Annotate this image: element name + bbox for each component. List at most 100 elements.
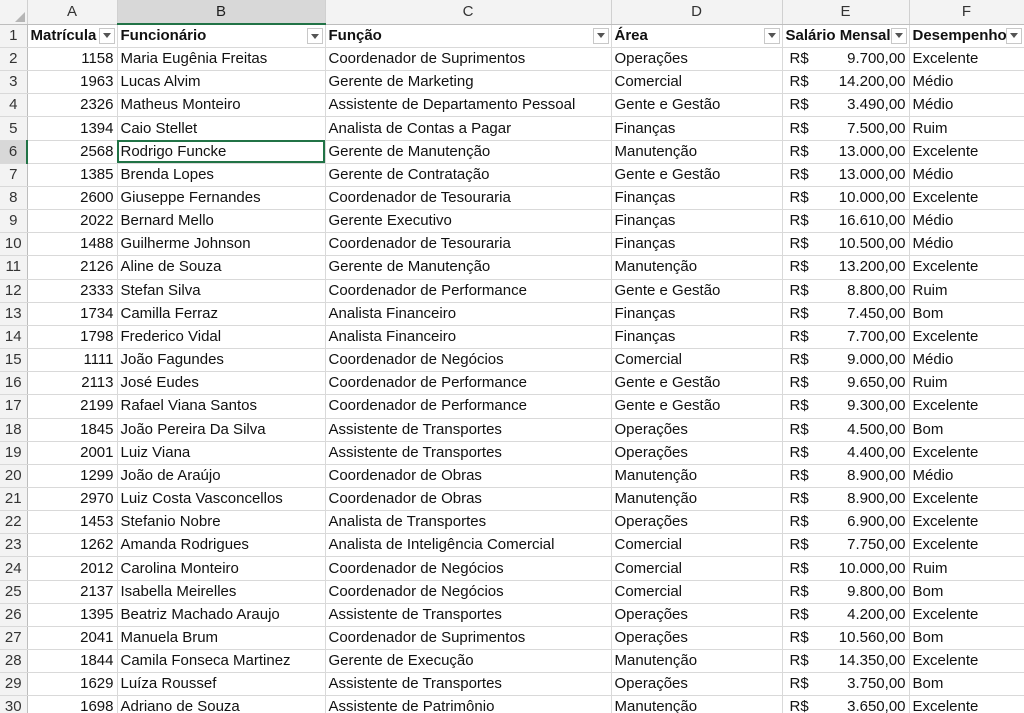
cell-matricula[interactable]: 1158: [27, 47, 118, 72]
row-header[interactable]: 19: [0, 441, 28, 465]
cell-desempenho[interactable]: Médio: [909, 348, 1024, 373]
cell-matricula[interactable]: 2333: [27, 279, 118, 303]
cell-matricula[interactable]: 1453: [27, 510, 118, 535]
cell-funcao[interactable]: Assistente de Transportes: [325, 672, 612, 697]
cell-salario[interactable]: R$ 13.200,00: [782, 255, 910, 280]
cell-funcao[interactable]: Coordenador de Suprimentos: [325, 626, 612, 651]
cell-funcao[interactable]: Gerente Executivo: [325, 209, 612, 234]
column-header-f[interactable]: F: [909, 0, 1024, 25]
cell-funcao[interactable]: Assistente de Transportes: [325, 441, 612, 465]
cell-funcionario[interactable]: José Eudes: [117, 371, 326, 396]
cell-area[interactable]: Manutenção: [611, 255, 783, 280]
cell-desempenho[interactable]: Excelente: [909, 140, 1024, 164]
cell-funcionario[interactable]: Giuseppe Fernandes: [117, 186, 326, 211]
column-header-b[interactable]: B: [117, 0, 326, 25]
cell-area[interactable]: Gente e Gestão: [611, 394, 783, 419]
cell-area[interactable]: Comercial: [611, 533, 783, 558]
cell-funcao[interactable]: Coordenador de Negócios: [325, 580, 612, 604]
cell-matricula[interactable]: 1299: [27, 464, 118, 488]
row-header[interactable]: 6: [0, 140, 28, 164]
row-header[interactable]: 18: [0, 418, 28, 442]
row-header[interactable]: 21: [0, 487, 28, 512]
cell-funcao[interactable]: Coordenador de Obras: [325, 487, 612, 512]
cell-area[interactable]: Operações: [611, 47, 783, 72]
cell-area[interactable]: Finanças: [611, 325, 783, 350]
row-header[interactable]: 14: [0, 325, 28, 350]
cell-desempenho[interactable]: Excelente: [909, 695, 1024, 713]
cell-area[interactable]: Operações: [611, 441, 783, 465]
cell-funcao[interactable]: Coordenador de Negócios: [325, 348, 612, 373]
cell-funcao[interactable]: Assistente de Transportes: [325, 418, 612, 442]
header-matricula[interactable]: Matrícula: [27, 24, 118, 48]
filter-dropdown-icon[interactable]: [98, 27, 115, 44]
cell-area[interactable]: Gente e Gestão: [611, 163, 783, 187]
cell-desempenho[interactable]: Excelente: [909, 487, 1024, 512]
cell-desempenho[interactable]: Excelente: [909, 649, 1024, 674]
cell-area[interactable]: Finanças: [611, 116, 783, 141]
cell-matricula[interactable]: 1845: [27, 418, 118, 442]
row-header[interactable]: 22: [0, 510, 28, 535]
row-header[interactable]: 5: [0, 116, 28, 141]
cell-desempenho[interactable]: Médio: [909, 464, 1024, 488]
cell-funcionario[interactable]: Camilla Ferraz: [117, 302, 326, 326]
cell-matricula[interactable]: 2970: [27, 487, 118, 512]
cell-salario[interactable]: R$ 16.610,00: [782, 209, 910, 234]
header-funcionario[interactable]: Funcionário: [117, 24, 326, 48]
cell-funcao[interactable]: Coordenador de Negócios: [325, 556, 612, 581]
cell-funcao[interactable]: Coordenador de Obras: [325, 464, 612, 488]
row-header[interactable]: 1: [0, 24, 28, 48]
cell-area[interactable]: Operações: [611, 418, 783, 442]
cell-matricula[interactable]: 2113: [27, 371, 118, 396]
cell-salario[interactable]: R$ 7.700,00: [782, 325, 910, 350]
filter-dropdown-icon[interactable]: [763, 27, 780, 44]
cell-funcao[interactable]: Gerente de Marketing: [325, 70, 612, 95]
cell-salario[interactable]: R$ 9.650,00: [782, 371, 910, 396]
cell-funcao[interactable]: Coordenador de Performance: [325, 394, 612, 419]
cell-matricula[interactable]: 2126: [27, 255, 118, 280]
cell-matricula[interactable]: 1963: [27, 70, 118, 95]
cell-matricula[interactable]: 2568: [27, 140, 118, 164]
cell-area[interactable]: Manutenção: [611, 464, 783, 488]
cell-salario[interactable]: R$ 4.400,00: [782, 441, 910, 465]
cell-matricula[interactable]: 1385: [27, 163, 118, 187]
cell-desempenho[interactable]: Bom: [909, 580, 1024, 604]
row-header[interactable]: 27: [0, 626, 28, 651]
cell-funcionario[interactable]: João de Araújo: [117, 464, 326, 488]
cell-salario[interactable]: R$ 10.560,00: [782, 626, 910, 651]
row-header[interactable]: 9: [0, 209, 28, 234]
cell-area[interactable]: Operações: [611, 603, 783, 627]
cell-salario[interactable]: R$ 9.000,00: [782, 348, 910, 373]
cell-matricula[interactable]: 1734: [27, 302, 118, 326]
filter-dropdown-icon[interactable]: [1005, 27, 1022, 44]
cell-matricula[interactable]: 2326: [27, 93, 118, 118]
cell-desempenho[interactable]: Médio: [909, 209, 1024, 234]
select-all-corner[interactable]: [0, 0, 28, 25]
cell-matricula[interactable]: 2022: [27, 209, 118, 234]
cell-salario[interactable]: R$ 13.000,00: [782, 140, 910, 164]
cell-funcionario[interactable]: Aline de Souza: [117, 255, 326, 280]
cell-matricula[interactable]: 1844: [27, 649, 118, 674]
cell-area[interactable]: Comercial: [611, 70, 783, 95]
cell-salario[interactable]: R$ 4.500,00: [782, 418, 910, 442]
cell-salario[interactable]: R$ 8.900,00: [782, 487, 910, 512]
cell-funcao[interactable]: Assistente de Transportes: [325, 603, 612, 627]
cell-funcionario[interactable]: João Pereira Da Silva: [117, 418, 326, 442]
row-header[interactable]: 10: [0, 232, 28, 257]
column-header-e[interactable]: E: [782, 0, 910, 25]
header-desempenho[interactable]: Desempenho: [909, 24, 1024, 48]
cell-funcao[interactable]: Assistente de Patrimônio: [325, 695, 612, 713]
row-header[interactable]: 30: [0, 695, 28, 713]
cell-funcionario[interactable]: Brenda Lopes: [117, 163, 326, 187]
cell-funcionario[interactable]: Stefan Silva: [117, 279, 326, 303]
cell-matricula[interactable]: 1629: [27, 672, 118, 697]
row-header[interactable]: 4: [0, 93, 28, 118]
cell-desempenho[interactable]: Ruim: [909, 116, 1024, 141]
row-header[interactable]: 3: [0, 70, 28, 95]
cell-salario[interactable]: R$ 9.800,00: [782, 580, 910, 604]
cell-desempenho[interactable]: Médio: [909, 70, 1024, 95]
cell-funcionario[interactable]: Carolina Monteiro: [117, 556, 326, 581]
cell-funcao[interactable]: Analista Financeiro: [325, 325, 612, 350]
cell-funcao[interactable]: Coordenador de Tesouraria: [325, 186, 612, 211]
cell-salario[interactable]: R$ 7.500,00: [782, 116, 910, 141]
cell-matricula[interactable]: 2199: [27, 394, 118, 419]
